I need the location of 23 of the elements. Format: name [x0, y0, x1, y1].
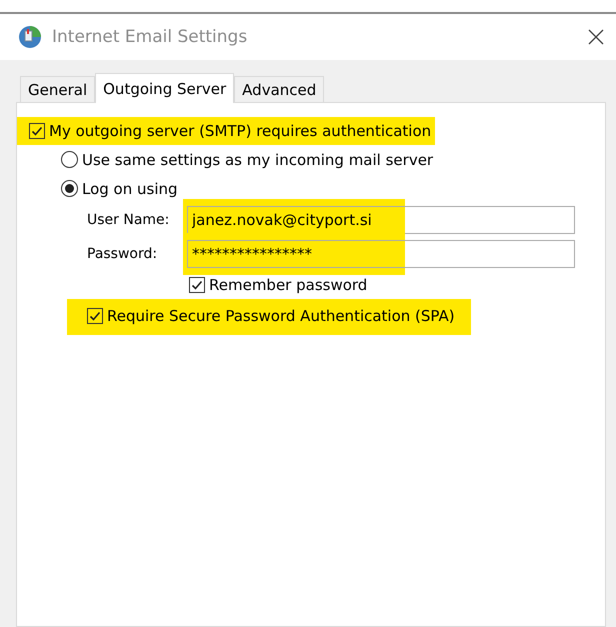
checkbox[interactable]	[29, 123, 45, 139]
globe-mail-icon	[18, 25, 42, 49]
input-field[interactable]: janez.novak@cityport.si	[187, 206, 575, 234]
checkmark-icon	[191, 279, 203, 291]
checkbox-label: Require Secure Password Authentication (SPA)	[107, 307, 455, 325]
radio-label: Log on using	[82, 180, 178, 198]
field-label: User Name:	[87, 212, 170, 228]
checkbox-label: Remember password	[209, 276, 368, 294]
tab[interactable]: Advanced	[234, 76, 324, 102]
tab[interactable]: Outgoing Server	[95, 73, 234, 103]
checkmark-icon	[31, 125, 43, 137]
radio-button[interactable]	[61, 151, 78, 168]
close-icon[interactable]	[588, 29, 604, 45]
window-title: Internet Email Settings	[52, 27, 248, 47]
radio-button[interactable]	[61, 180, 78, 197]
field-label: Password:	[87, 246, 158, 262]
password-field[interactable]: ****************	[187, 240, 575, 268]
checkbox-label: My outgoing server (SMTP) requires authentication	[49, 122, 432, 140]
tab[interactable]: General	[20, 76, 96, 102]
checkbox[interactable]	[87, 308, 103, 324]
checkbox[interactable]	[189, 277, 205, 293]
radio-label: Use same settings as my incoming mail server	[82, 150, 434, 168]
checkmark-icon	[89, 310, 101, 322]
